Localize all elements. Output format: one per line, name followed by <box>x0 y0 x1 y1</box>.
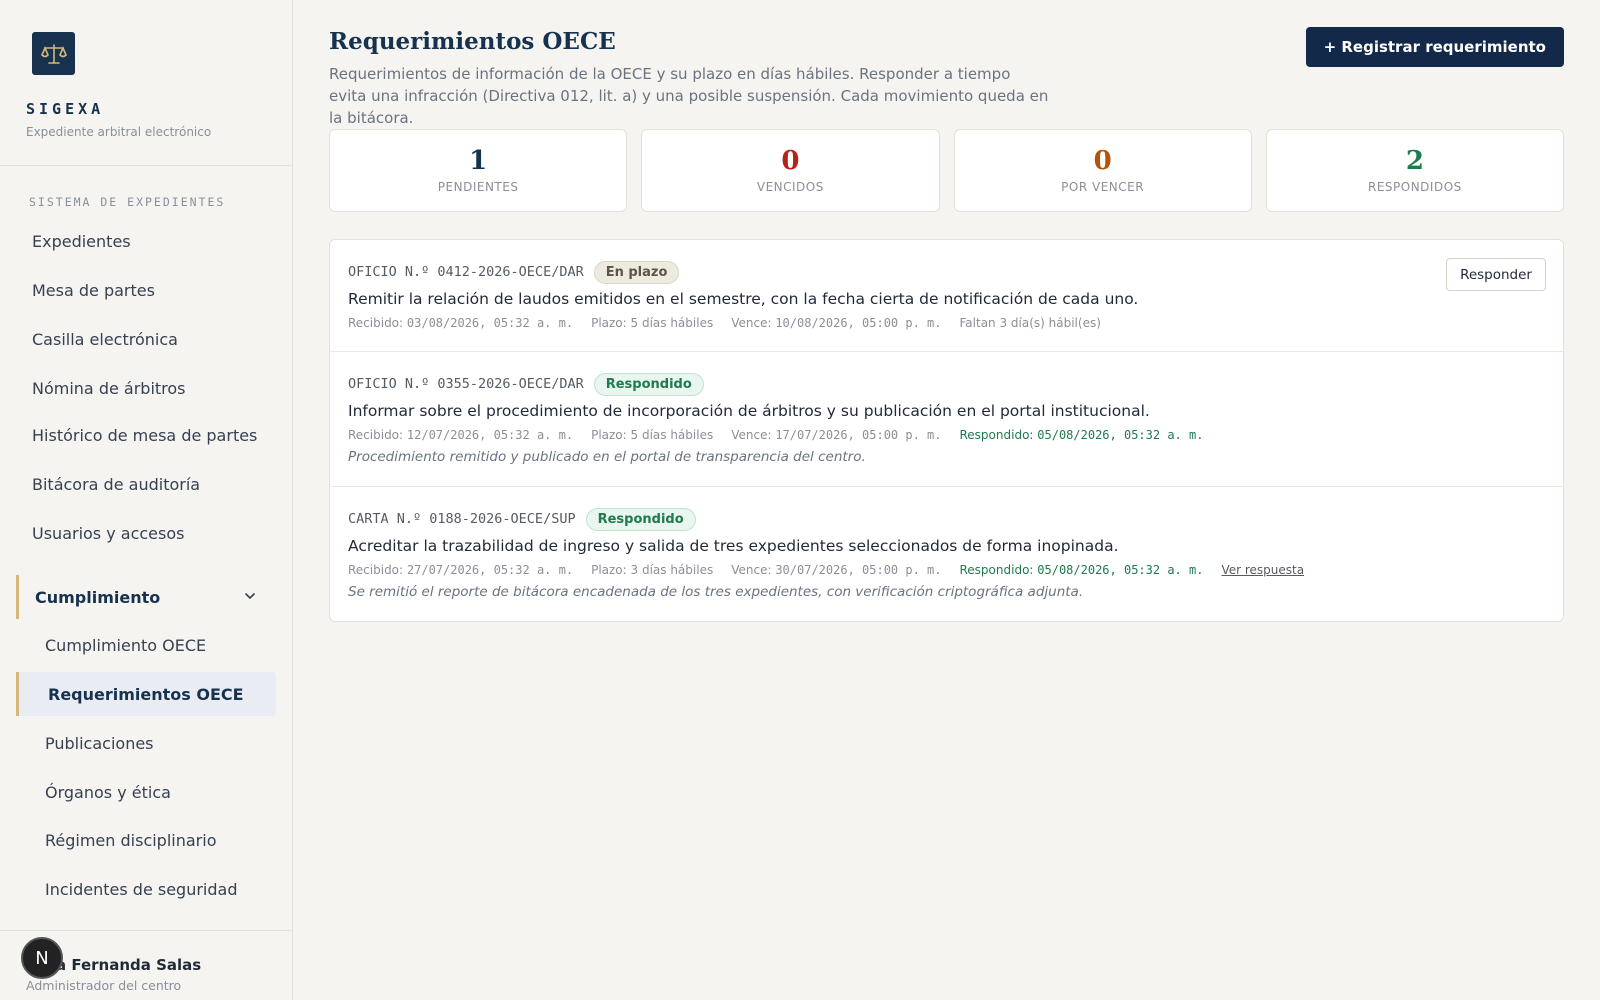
requirement-code: OFICIO N.º 0355-2026-OECE/DAR <box>348 376 584 392</box>
stat-label: VENCIDOS <box>756 180 824 194</box>
response-note: Se remitió el reporte de bitácora encade… <box>348 584 1084 600</box>
respond-button[interactable]: Responder <box>1446 258 1546 291</box>
sidebar-group-cumplimiento[interactable]: Cumplimiento <box>16 575 276 619</box>
sidebar-item-bitacora-auditoria[interactable]: Bitácora de auditoría <box>16 462 276 506</box>
status-badge: Respondido <box>585 507 696 531</box>
received-date: 03/08/2026, 05:32 a. m. <box>406 316 574 330</box>
avatar[interactable]: N <box>21 937 63 979</box>
list-item: CARTA N.º 0188-2026-OECE/SUP Respondido … <box>330 487 1563 621</box>
received-label: Recibido: <box>348 563 404 577</box>
sidebar-item-cumplimiento-oece[interactable]: Cumplimiento OECE <box>16 623 276 667</box>
list-item: OFICIO N.º 0412-2026-OECE/DAR En plazo R… <box>330 240 1563 352</box>
received-label: Recibido: <box>348 428 404 442</box>
sidebar-item-label: Órganos y ética <box>45 782 171 802</box>
due-date: 17/07/2026, 05:00 p. m. <box>775 428 942 442</box>
stats-row: 1 PENDIENTES 0 VENCIDOS 0 POR VENCER 2 R… <box>329 129 1564 212</box>
brand: SIGEXA Expediente arbitral electrónico <box>0 0 292 166</box>
stat-label: PENDIENTES <box>437 180 519 194</box>
sidebar-item-label: Publicaciones <box>45 733 154 753</box>
sidebar-item-expedientes[interactable]: Expedientes <box>16 219 276 263</box>
sidebar-item-label: Cumplimiento OECE <box>45 635 207 655</box>
requirement-text: Informar sobre el procedimiento de incor… <box>348 402 1150 420</box>
stat-label: RESPONDIDOS <box>1367 180 1462 194</box>
chevron-down-icon <box>245 593 255 600</box>
page-title: Requerimientos OECE <box>329 28 616 55</box>
requirement-text: Acreditar la trazabilidad de ingreso y s… <box>348 537 1119 555</box>
sidebar-item-label: Requerimientos OECE <box>48 684 244 704</box>
remaining-days: Faltan 3 día(s) hábil(es) <box>959 316 1101 330</box>
sidebar-item-requerimientos-oece[interactable]: Requerimientos OECE <box>16 672 276 716</box>
user-role: Administrador del centro <box>26 978 182 993</box>
stat-label: POR VENCER <box>1061 180 1145 194</box>
scales-icon[interactable] <box>32 32 75 75</box>
sidebar-item-label: Expedientes <box>32 231 131 251</box>
sidebar-item-label: Incidentes de seguridad <box>45 879 238 899</box>
brand-subtitle: Expediente arbitral electrónico <box>26 125 212 139</box>
stat-card-vencidos: 0 VENCIDOS <box>641 129 940 212</box>
received-label: Recibido: <box>348 316 404 330</box>
sidebar-item-nomina-arbitros[interactable]: Nómina de árbitros <box>16 366 276 410</box>
sidebar-item-historico-mesa-de-partes[interactable]: Histórico de mesa de partes <box>16 413 276 457</box>
sidebar-item-label: Histórico de mesa de partes <box>32 425 258 445</box>
sidebar-item-label: Mesa de partes <box>32 280 155 300</box>
sidebar-item-organos-etica[interactable]: Órganos y ética <box>16 770 276 814</box>
sidebar-item-mesa-de-partes[interactable]: Mesa de partes <box>16 268 276 312</box>
due-date: 10/08/2026, 05:00 p. m. <box>775 316 942 330</box>
requirements-list: OFICIO N.º 0412-2026-OECE/DAR En plazo R… <box>329 239 1564 622</box>
sidebar-group-label: Cumplimiento <box>35 587 161 607</box>
responded-date: 05/08/2026, 05:32 a. m. <box>1037 428 1204 442</box>
due-date: 30/07/2026, 05:00 p. m. <box>775 563 942 577</box>
register-requirement-button[interactable]: + Registrar requerimiento <box>1305 27 1564 67</box>
stat-value: 0 <box>1093 146 1112 176</box>
stat-card-por-vencer: 0 POR VENCER <box>953 129 1252 212</box>
sidebar-item-usuarios-accesos[interactable]: Usuarios y accesos <box>16 511 276 555</box>
due-label: Vence: <box>731 428 772 442</box>
page-description: Requerimientos de información de la OECE… <box>329 65 1049 127</box>
user-name: a Fernanda Salas <box>56 956 202 974</box>
term: Plazo: 3 días hábiles <box>591 563 714 577</box>
requirement-meta: Recibido: 03/08/2026, 05:32 a. m. Plazo:… <box>348 316 1545 330</box>
view-response-link[interactable]: Ver respuesta <box>1221 563 1304 577</box>
stat-card-pendientes: 1 PENDIENTES <box>329 129 628 212</box>
sidebar: SIGEXA Expediente arbitral electrónico S… <box>0 0 293 1000</box>
sidebar-item-label: Bitácora de auditoría <box>32 474 201 494</box>
status-badge: Respondido <box>593 372 704 396</box>
sidebar-item-casilla-electronica[interactable]: Casilla electrónica <box>16 317 276 361</box>
sidebar-item-regimen-disciplinario[interactable]: Régimen disciplinario <box>16 818 276 862</box>
brand-name: SIGEXA <box>26 100 105 118</box>
sidebar-section-label: SISTEMA DE EXPEDIENTES <box>29 195 226 209</box>
term: Plazo: 5 días hábiles <box>591 316 714 330</box>
received-date: 27/07/2026, 05:32 a. m. <box>406 563 574 577</box>
requirement-code: CARTA N.º 0188-2026-OECE/SUP <box>348 511 576 527</box>
responded-date: 05/08/2026, 05:32 a. m. <box>1037 563 1204 577</box>
sidebar-item-incidentes-seguridad[interactable]: Incidentes de seguridad <box>16 867 276 911</box>
sidebar-item-label: Nómina de árbitros <box>32 378 186 398</box>
responded-label: Respondido: <box>959 428 1034 442</box>
sidebar-item-label: Usuarios y accesos <box>32 523 185 543</box>
requirement-text: Remitir la relación de laudos emitidos e… <box>348 290 1139 308</box>
stat-value: 0 <box>781 146 800 176</box>
received-date: 12/07/2026, 05:32 a. m. <box>406 428 574 442</box>
requirement-code: OFICIO N.º 0412-2026-OECE/DAR <box>348 264 584 280</box>
requirement-meta: Recibido: 12/07/2026, 05:32 a. m. Plazo:… <box>348 428 1545 442</box>
stat-value: 1 <box>469 146 488 176</box>
sidebar-item-publicaciones[interactable]: Publicaciones <box>16 721 276 765</box>
term: Plazo: 5 días hábiles <box>591 428 714 442</box>
due-label: Vence: <box>731 563 772 577</box>
sidebar-item-label: Casilla electrónica <box>32 329 178 349</box>
response-note: Procedimiento remitido y publicado en el… <box>348 449 866 465</box>
stat-card-respondidos: 2 RESPONDIDOS <box>1265 129 1564 212</box>
list-item: OFICIO N.º 0355-2026-OECE/DAR Respondido… <box>330 352 1563 487</box>
responded-label: Respondido: <box>959 563 1034 577</box>
sidebar-item-label: Régimen disciplinario <box>45 830 217 850</box>
due-label: Vence: <box>731 316 772 330</box>
requirement-meta: Recibido: 27/07/2026, 05:32 a. m. Plazo:… <box>348 563 1545 577</box>
stat-value: 2 <box>1405 146 1424 176</box>
status-badge: En plazo <box>593 260 680 284</box>
